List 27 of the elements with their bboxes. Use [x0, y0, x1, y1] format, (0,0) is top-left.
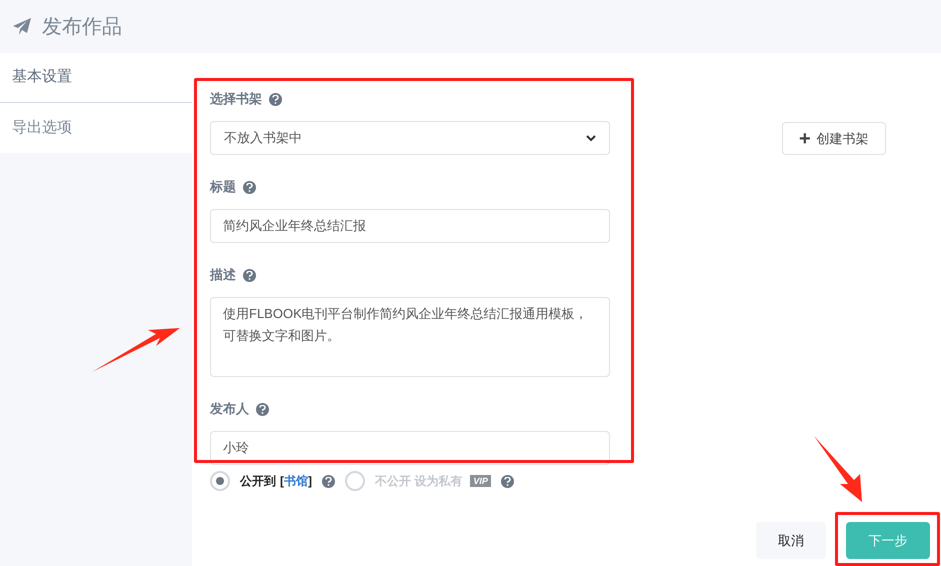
cancel-button[interactable]: 取消	[756, 522, 826, 559]
description-field[interactable]: 使用FLBOOK电刊平台制作简约风企业年终总结汇报通用模板，可替换文字和图片。	[210, 297, 610, 377]
library-link[interactable]: [书馆]	[280, 472, 312, 490]
radio-label: 公开到	[240, 473, 276, 490]
help-icon[interactable]	[500, 474, 514, 488]
sidebar-item[interactable]: 基本设置	[0, 53, 192, 103]
field-label: 描述	[210, 266, 236, 284]
field-label: 选择书架	[210, 90, 262, 108]
help-icon[interactable]	[243, 180, 256, 194]
input-field[interactable]: 小玲	[210, 431, 610, 465]
create-shelf-button[interactable]: + 创建书架	[782, 122, 886, 155]
sidebar-item[interactable]: 导出选项	[0, 103, 192, 153]
input-field[interactable]: 简约风企业年终总结汇报	[210, 209, 610, 243]
radio-button[interactable]	[345, 471, 365, 491]
vip-badge: VIP	[470, 475, 491, 487]
radio-label: 不公开 设为私有	[375, 473, 462, 490]
help-icon[interactable]	[243, 268, 256, 282]
chevron-down-icon	[586, 134, 596, 142]
radio-button[interactable]	[210, 471, 230, 491]
paper-plane-icon	[13, 18, 32, 35]
shelf-select[interactable]: 不放入书架中	[210, 121, 610, 155]
page-title: 发布作品	[42, 14, 122, 40]
field-label: 标题	[210, 178, 236, 196]
help-icon[interactable]	[322, 474, 335, 488]
help-icon[interactable]	[269, 92, 282, 106]
help-icon[interactable]	[256, 402, 269, 416]
field-label: 发布人	[210, 400, 249, 418]
